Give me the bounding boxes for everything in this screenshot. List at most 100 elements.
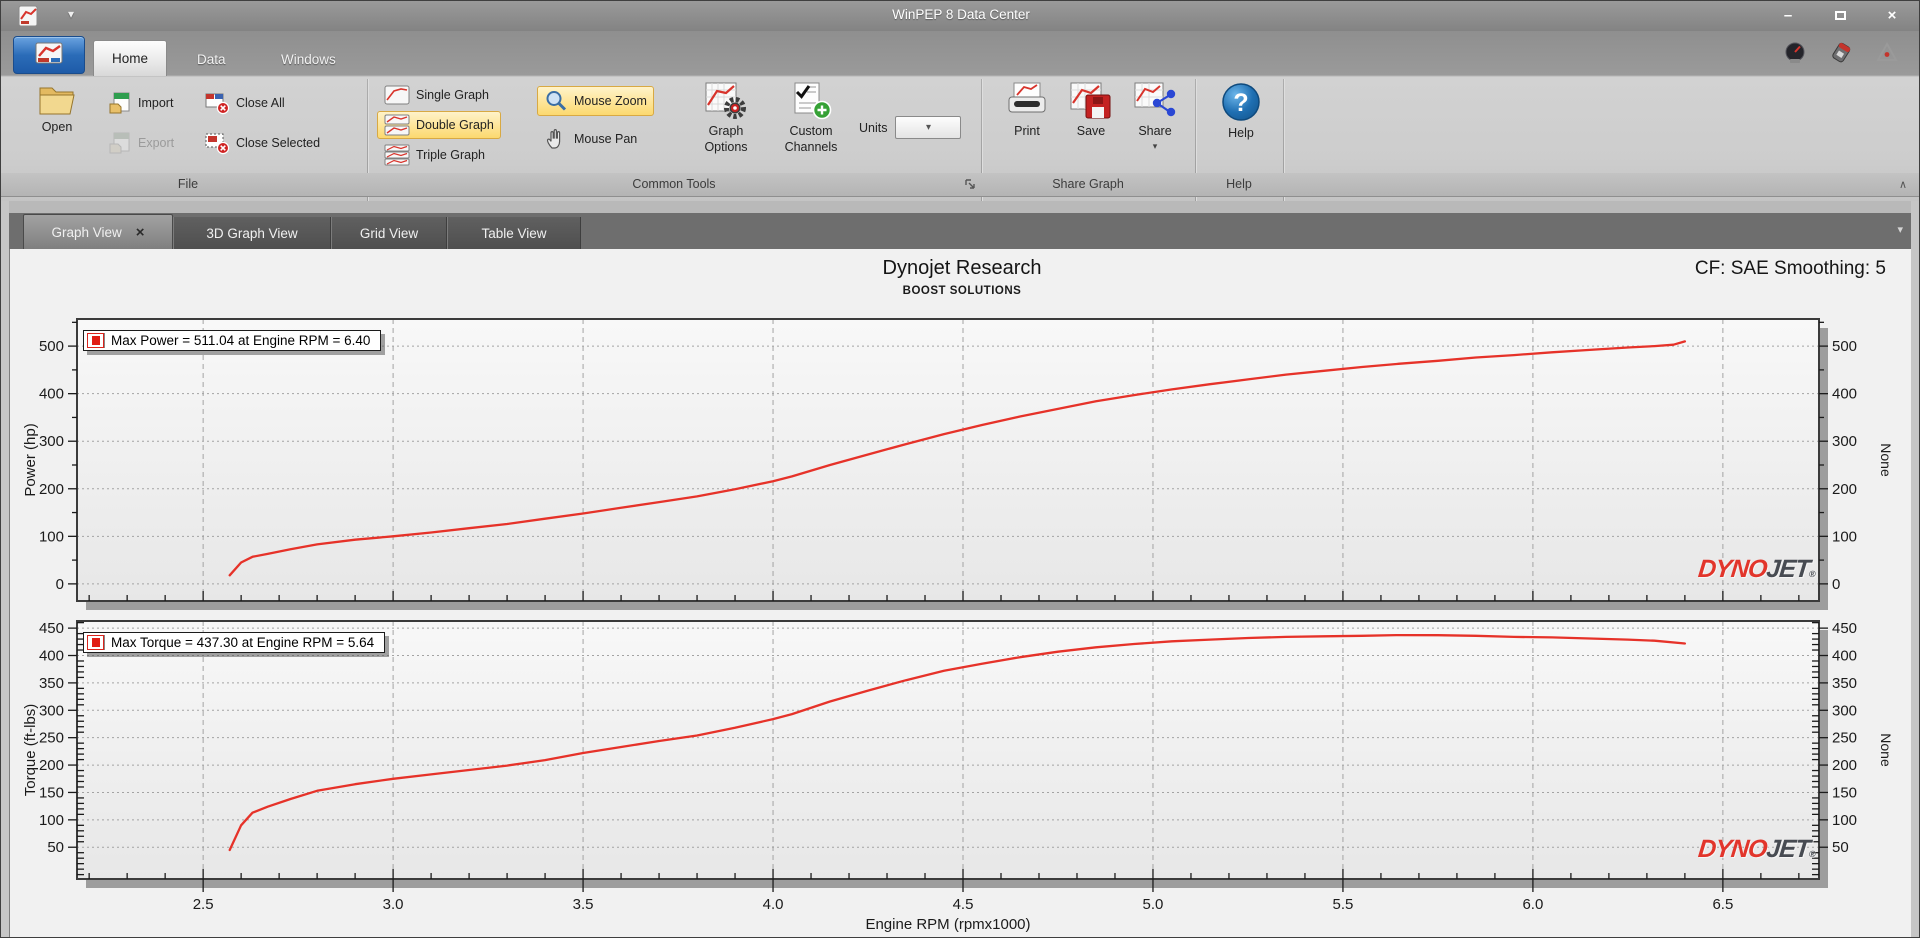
y-tick-label: 250 (39, 730, 64, 747)
save-button[interactable]: Save (1061, 76, 1121, 140)
y-tick-label-right: 100 (1832, 812, 1857, 829)
group-label-help: Help (1226, 177, 1252, 191)
tab-table-view-label: Table View (481, 225, 547, 241)
y-tick-label: 450 (39, 620, 64, 637)
share-button[interactable]: Share ▾ (1123, 76, 1187, 152)
close-all-label: Close All (236, 96, 285, 110)
tab-data[interactable]: Data (179, 43, 244, 76)
units-dropdown[interactable]: ▾ (895, 116, 962, 139)
torque-legend[interactable]: Max Torque = 437.30 at Engine RPM = 5.64 (83, 632, 386, 653)
export-label: Export (138, 136, 175, 150)
graph-options-label: Graph Options (704, 124, 748, 154)
power-legend-text: Max Power = 511.04 at Engine RPM = 6.40 (111, 333, 371, 348)
single-graph-button[interactable]: Single Graph (377, 81, 496, 109)
x-tick-label: 6.5 (1712, 896, 1733, 913)
share-dropdown-caret-icon[interactable]: ▾ (1153, 141, 1158, 152)
tab-windows[interactable]: Windows (263, 43, 354, 76)
share-label: Share (1138, 124, 1172, 138)
units-control: Units ▾ (859, 116, 962, 139)
export-button[interactable]: Export (101, 128, 181, 158)
import-label: Import (138, 96, 174, 110)
window-title: WinPEP 8 Data Center (892, 7, 1030, 22)
x-tick-label: 3.5 (573, 896, 594, 913)
ribbon-body: Open Import Export Close All Close Selec… (1, 76, 1919, 214)
right-axis-label: None (1878, 733, 1894, 767)
y-tick-label-right: 300 (1832, 702, 1857, 719)
tab-graph-view[interactable]: Graph View × (23, 214, 173, 249)
tab-overflow-icon[interactable]: ▾ (1897, 223, 1903, 236)
single-graph-icon (384, 85, 410, 105)
y-tick-label-right: 150 (1832, 784, 1857, 801)
tab-3d-graph-view-label: 3D Graph View (206, 225, 298, 241)
print-label: Print (1014, 124, 1040, 138)
maximize-button[interactable] (1825, 5, 1855, 25)
y-tick-label: 100 (39, 812, 64, 829)
print-button[interactable]: Print (995, 76, 1059, 140)
close-all-button[interactable]: Close All (197, 88, 292, 118)
close-selected-button[interactable]: Close Selected (197, 128, 327, 158)
right-axis-label: None (1878, 443, 1894, 477)
y-tick-label: 150 (39, 784, 64, 801)
gauge-icon[interactable] (1783, 41, 1807, 65)
help-button[interactable]: ? Help (1209, 76, 1273, 142)
mouse-pan-button[interactable]: Mouse Pan (537, 124, 644, 154)
title-bar: ▾ WinPEP 8 Data Center – × (1, 1, 1919, 31)
ribbon-collapse-icon[interactable]: ∧ (1899, 178, 1907, 191)
save-label: Save (1076, 124, 1106, 138)
y-tick-label-right: 300 (1832, 433, 1857, 450)
import-button[interactable]: Import (101, 88, 180, 118)
close-selected-label: Close Selected (236, 136, 321, 150)
torque-series-marker-icon (87, 635, 104, 650)
y-tick-label-right: 50 (1832, 839, 1849, 856)
application-button[interactable] (13, 36, 85, 74)
units-label: Units (859, 120, 888, 135)
common-tools-dialog-launcher-icon[interactable] (963, 177, 977, 191)
open-folder-icon (39, 87, 75, 115)
mouse-pan-hand-icon (546, 129, 561, 149)
export-csv-icon (109, 132, 130, 154)
graph-options-icon (705, 82, 746, 119)
custom-channels-label: Custom Channels (784, 124, 838, 154)
tab-3d-graph-view[interactable]: 3D Graph View (173, 217, 331, 249)
group-label-share-graph: Share Graph (1052, 177, 1124, 191)
y-tick-label: 500 (39, 338, 64, 355)
graph-options-button[interactable]: Graph Options (687, 76, 765, 155)
window-right-rail (1911, 201, 1919, 937)
triple-graph-label: Triple Graph (416, 148, 486, 162)
y-tick-label: 300 (39, 433, 64, 450)
correction-factor-label: CF: SAE Smoothing: 5 (1694, 258, 1886, 279)
tab-grid-view-label: Grid View (359, 225, 419, 241)
tab-grid-view[interactable]: Grid View (331, 217, 447, 249)
minimize-button[interactable]: – (1773, 5, 1803, 25)
custom-channels-button[interactable]: Custom Channels (767, 76, 855, 155)
power-legend[interactable]: Max Power = 511.04 at Engine RPM = 6.40 (83, 330, 382, 351)
torque-legend-text: Max Torque = 437.30 at Engine RPM = 5.64 (111, 635, 375, 650)
tab-home[interactable]: Home (93, 40, 168, 76)
y-tick-label-right: 250 (1832, 730, 1857, 747)
x-tick-label: 3.0 (383, 896, 404, 913)
y-tick-label-right: 400 (1832, 648, 1857, 665)
close-button[interactable]: × (1877, 5, 1907, 25)
close-selected-icon (205, 133, 230, 155)
double-graph-button[interactable]: Double Graph (377, 111, 501, 139)
dynojet-watermark: DYNOJET® (1696, 835, 1816, 863)
tab-close-icon[interactable]: × (136, 224, 145, 241)
x-tick-label: 4.5 (953, 896, 974, 913)
y-tick-label: 400 (39, 648, 64, 665)
x-tick-label: 6.0 (1522, 896, 1543, 913)
triple-graph-button[interactable]: Triple Graph (377, 141, 492, 169)
mouse-zoom-button[interactable]: Mouse Zoom (537, 86, 654, 116)
close-all-icon (205, 93, 230, 115)
help-label: Help (1228, 126, 1254, 140)
app-window: ▾ WinPEP 8 Data Center – × Home Data Win… (0, 0, 1920, 938)
triple-graph-icon (384, 144, 410, 166)
tab-table-view[interactable]: Table View (447, 217, 581, 249)
double-graph-icon (384, 114, 410, 136)
power-module-icon[interactable] (1829, 41, 1853, 65)
y-axis-label: Power (hp) (22, 423, 39, 496)
document-tab-strip: Graph View × 3D Graph View Grid View Tab… (9, 201, 1913, 249)
open-button[interactable]: Open (17, 78, 97, 136)
y-tick-label: 100 (39, 528, 64, 545)
emblem-triangle-icon[interactable] (1875, 41, 1899, 65)
x-axis-label: Engine RPM (rpmx1000) (865, 916, 1030, 933)
